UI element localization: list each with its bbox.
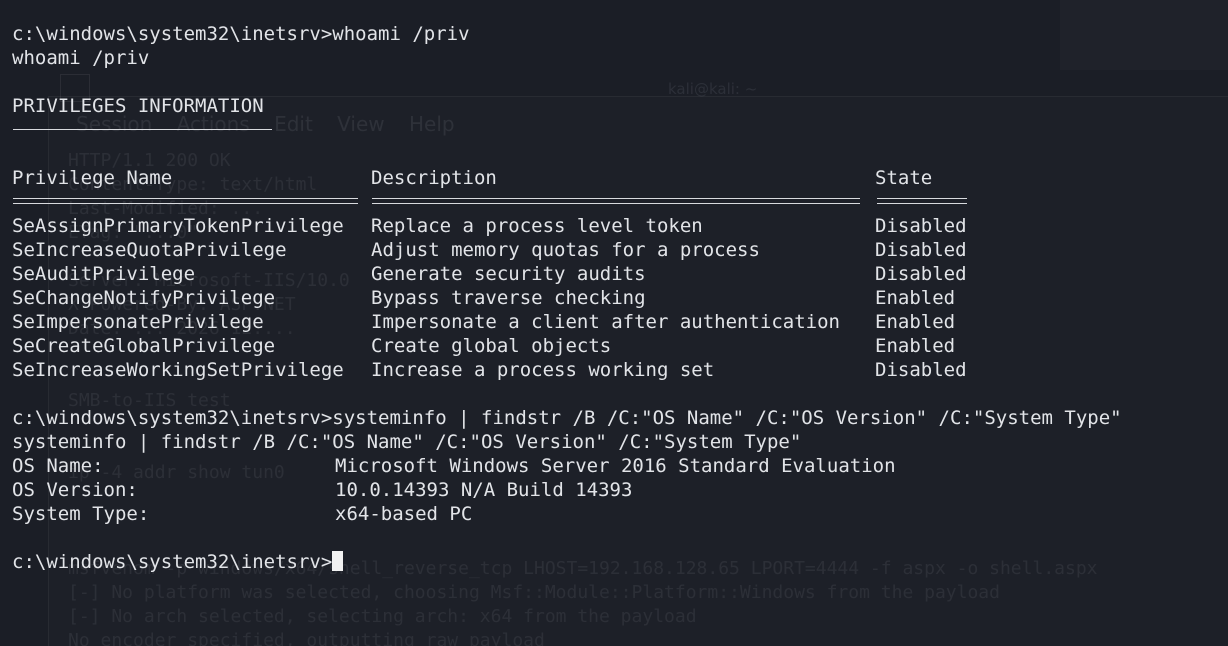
column-header-state: State	[875, 167, 933, 189]
active-prompt-line[interactable]: c:\windows\system32\inetsrv>	[12, 550, 344, 574]
section-header: PRIVILEGES INFORMATION	[12, 95, 264, 117]
privilege-state: Disabled	[875, 263, 967, 285]
table-row: SeAuditPrivilege Generate security audit…	[12, 262, 967, 286]
privilege-state: Disabled	[875, 239, 967, 261]
privilege-state: Disabled	[875, 359, 967, 381]
privilege-description: Replace a process level token	[371, 215, 703, 237]
prompt: c:\windows\system32\inetsrv>	[12, 407, 333, 429]
command-line: c:\windows\system32\inetsrv>whoami /priv	[12, 22, 470, 46]
text-cursor	[332, 551, 344, 571]
table-row: SeImpersonatePrivilege Impersonate a cli…	[12, 310, 955, 334]
sysinfo-row: OS Name: Microsoft Windows Server 2016 S…	[12, 454, 896, 478]
command-text: systeminfo | findstr /B /C:"OS Name" /C:…	[332, 407, 1122, 429]
background-panel	[1060, 0, 1228, 70]
privilege-state: Enabled	[875, 335, 956, 357]
privilege-state: Disabled	[875, 215, 967, 237]
sysinfo-row: System Type: x64-based PC	[12, 502, 472, 526]
prompt: c:\windows\system32\inetsrv>	[12, 551, 333, 573]
sysinfo-value: Microsoft Windows Server 2016 Standard E…	[335, 455, 896, 477]
sysinfo-row: OS Version: 10.0.14393 N/A Build 14393	[12, 478, 632, 502]
table-row: SeIncreaseWorkingSetPrivilege Increase a…	[12, 358, 967, 382]
table-row: SeChangeNotifyPrivilege Bypass traverse …	[12, 286, 955, 310]
sysinfo-key: OS Version:	[12, 479, 138, 501]
sysinfo-value: x64-based PC	[335, 503, 473, 525]
column-rule	[372, 198, 860, 204]
privilege-name: SeCreateGlobalPrivilege	[12, 335, 276, 357]
privilege-name: SeAuditPrivilege	[12, 263, 196, 285]
header-underline	[13, 129, 272, 130]
background-line: [-] No arch selected, selecting arch: x6…	[68, 606, 697, 627]
privilege-description: Bypass traverse checking	[371, 287, 646, 309]
command-echo: systeminfo | findstr /B /C:"OS Name" /C:…	[12, 431, 802, 453]
background-line: No encoder specified, outputting raw pay…	[68, 630, 545, 646]
privilege-state: Enabled	[875, 311, 956, 333]
privilege-state: Enabled	[875, 287, 956, 309]
privilege-description: Adjust memory quotas for a process	[371, 239, 760, 261]
command-line: c:\windows\system32\inetsrv>systeminfo |…	[12, 406, 1122, 430]
table-row: SeCreateGlobalPrivilege Create global ob…	[12, 334, 955, 358]
privilege-name: SeChangeNotifyPrivilege	[12, 287, 276, 309]
privilege-description: Create global objects	[371, 335, 612, 357]
privilege-description: Increase a process working set	[371, 359, 715, 381]
table-header: Privilege Name Description State	[12, 166, 932, 190]
column-header-description: Description	[371, 167, 497, 189]
privilege-description: Impersonate a client after authenticatio…	[371, 311, 840, 333]
terminal-screen[interactable]: kali@kali: ~ Session Actions Edit View H…	[0, 0, 1228, 646]
column-rule	[13, 198, 358, 204]
privilege-name: SeIncreaseWorkingSetPrivilege	[12, 359, 344, 381]
command-echo: whoami /priv	[12, 47, 150, 69]
column-header-privilege-name: Privilege Name	[12, 167, 173, 189]
privilege-description: Generate security audits	[371, 263, 646, 285]
privilege-name: SeIncreaseQuotaPrivilege	[12, 239, 287, 261]
background-window-title: kali@kali: ~	[668, 80, 758, 98]
sysinfo-key: System Type:	[12, 503, 150, 525]
column-rule	[877, 198, 967, 204]
prompt: c:\windows\system32\inetsrv>	[12, 23, 333, 45]
table-row: SeIncreaseQuotaPrivilege Adjust memory q…	[12, 238, 967, 262]
table-row: SeAssignPrimaryTokenPrivilege Replace a …	[12, 214, 967, 238]
privilege-name: SeAssignPrimaryTokenPrivilege	[12, 215, 344, 237]
command-text: whoami /priv	[332, 23, 470, 45]
background-line: [-] No platform was selected, choosing M…	[68, 582, 1000, 603]
privilege-name: SeImpersonatePrivilege	[12, 311, 264, 333]
sysinfo-value: 10.0.14393 N/A Build 14393	[335, 479, 633, 501]
sysinfo-key: OS Name:	[12, 455, 104, 477]
